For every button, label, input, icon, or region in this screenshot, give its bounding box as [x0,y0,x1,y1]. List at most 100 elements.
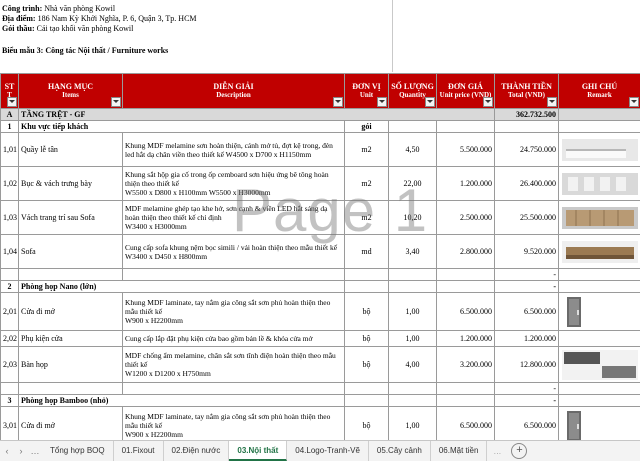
cell[interactable] [123,383,345,395]
header-total[interactable]: THÀNH TIỀNTotal (VND) [495,74,559,109]
filter-dropdown-icon[interactable] [7,97,17,107]
cell[interactable] [559,269,640,281]
cell[interactable]: 6.500.000 [437,293,495,331]
cell[interactable]: 4,00 [389,347,437,383]
cell[interactable]: 4,50 [389,133,437,167]
cell[interactable] [345,395,389,407]
cell[interactable]: - [495,269,559,281]
cell[interactable]: 1,00 [389,293,437,331]
cell[interactable]: 10,20 [389,201,437,235]
cell[interactable]: 9.520.000 [495,235,559,269]
cell[interactable] [495,121,559,133]
filter-dropdown-icon[interactable] [111,97,121,107]
cell[interactable]: 6.500.000 [437,407,495,445]
next-sheet-icon[interactable]: › [14,446,28,456]
cell[interactable]: 3.200.000 [437,347,495,383]
cell[interactable]: Khung MDF melamine sơn hoàn thiện, cánh … [123,133,345,167]
cell[interactable]: bộ [345,293,389,331]
cell[interactable]: 2,03 [1,347,19,383]
cell[interactable]: 1,01 [1,133,19,167]
header-item[interactable]: HẠNG MỤCItems [19,74,123,109]
cell[interactable]: Vách trang trí sau Sofa [19,201,123,235]
table-row[interactable]: 1,03 Vách trang trí sau Sofa MDF melamin… [1,201,640,235]
cell[interactable] [559,331,640,347]
table-row[interactable]: 2,01 Cửa đi mở Khung MDF laminate, tay n… [1,293,640,331]
header-note[interactable]: GHI CHÚRemark [559,74,640,109]
table-row[interactable]: 2,03 Bàn họp MDF chống ẩm melamine, chân… [1,347,640,383]
cell[interactable] [559,109,640,121]
cell[interactable]: 2.500.000 [437,201,495,235]
table-row[interactable]: 1,02 Bục & vách trưng bày Khung sắt hộp … [1,167,640,201]
cell[interactable]: Khung MDF laminate, tay nắm gia công sắt… [123,293,345,331]
cell[interactable]: - [495,281,559,293]
cell[interactable]: 2 [1,281,19,293]
cell[interactable]: bộ [345,331,389,347]
tab-noi-that[interactable]: 03.Nội thất [229,441,287,461]
cell[interactable] [437,395,495,407]
cell[interactable] [559,395,640,407]
cell[interactable]: Phòng họp Nano (lớn) [19,281,345,293]
more-tabs-icon[interactable]: … [493,447,501,456]
cell[interactable] [437,281,495,293]
tab-cay-canh[interactable]: 05.Cây cảnh [369,441,431,461]
cell[interactable] [389,121,437,133]
cell[interactable] [123,269,345,281]
cell[interactable] [19,269,123,281]
group-row[interactable]: 3 Phòng họp Bamboo (nhỏ) - [1,395,640,407]
cell[interactable] [559,121,640,133]
add-sheet-icon[interactable]: + [511,443,527,459]
table-row[interactable]: 2,02 Phụ kiện cửa Cung cấp lắp đặt phụ k… [1,331,640,347]
cell[interactable]: - [495,383,559,395]
cell[interactable]: MDF chống ẩm melamine, chân sắt sơn tĩnh… [123,347,345,383]
cell[interactable]: Khung MDF laminate, tay nắm gia công sắt… [123,407,345,445]
cell[interactable]: 6.500.000 [495,407,559,445]
cell[interactable]: Cửa đi mở [19,293,123,331]
cell[interactable]: 22,00 [389,167,437,201]
cell[interactable]: 12.800.000 [495,347,559,383]
cell[interactable]: 5.500.000 [437,133,495,167]
cell[interactable]: 1.200.000 [437,331,495,347]
cell[interactable]: m2 [345,133,389,167]
cell[interactable]: 1.200.000 [437,167,495,201]
cell[interactable] [559,383,640,395]
cell[interactable]: Quầy lễ tân [19,133,123,167]
blank-row[interactable]: - [1,269,640,281]
cell[interactable] [437,269,495,281]
cell[interactable]: A [1,109,19,121]
header-unit[interactable]: ĐƠN VỊUnit [345,74,389,109]
cell[interactable]: Cung cấp sofa khung nệm bọc simili / vải… [123,235,345,269]
header-price[interactable]: ĐƠN GIÁUnit price (VND) [437,74,495,109]
cell[interactable]: 1,03 [1,201,19,235]
cell[interactable]: 1,02 [1,167,19,201]
more-sheets-icon[interactable]: … [28,446,42,456]
cell[interactable]: TẦNG TRỆT - GF [19,109,495,121]
cell[interactable] [345,281,389,293]
filter-dropdown-icon[interactable] [425,97,435,107]
group-row[interactable]: 2 Phòng họp Nano (lớn) - [1,281,640,293]
cell[interactable] [1,269,19,281]
cell[interactable]: 1,00 [389,331,437,347]
cell[interactable]: Bàn họp [19,347,123,383]
cell[interactable]: 24.750.000 [495,133,559,167]
cell[interactable]: 3,40 [389,235,437,269]
cell[interactable]: 3,01 [1,407,19,445]
cell[interactable] [19,383,123,395]
cell[interactable]: 2,02 [1,331,19,347]
header-stt[interactable]: STT [1,74,19,109]
table-row[interactable]: 1,04 Sofa Cung cấp sofa khung nệm bọc si… [1,235,640,269]
tab-tong-hop-boq[interactable]: Tổng hợp BOQ [42,441,114,461]
cell[interactable] [437,121,495,133]
cell[interactable] [389,269,437,281]
cell[interactable]: 2.800.000 [437,235,495,269]
filter-dropdown-icon[interactable] [629,97,639,107]
cell[interactable]: bộ [345,347,389,383]
cell[interactable]: Khu vực tiếp khách [19,121,345,133]
cell[interactable]: Cửa đi mở [19,407,123,445]
tab-dien-nuoc[interactable]: 02.Điện nước [164,441,230,461]
prev-sheet-icon[interactable]: ‹ [0,446,14,456]
cell[interactable]: 6.500.000 [495,293,559,331]
cell[interactable]: bộ [345,407,389,445]
cell[interactable]: Bục & vách trưng bày [19,167,123,201]
table-row[interactable]: 3,01 Cửa đi mở Khung MDF laminate, tay n… [1,407,640,445]
filter-dropdown-icon[interactable] [547,97,557,107]
